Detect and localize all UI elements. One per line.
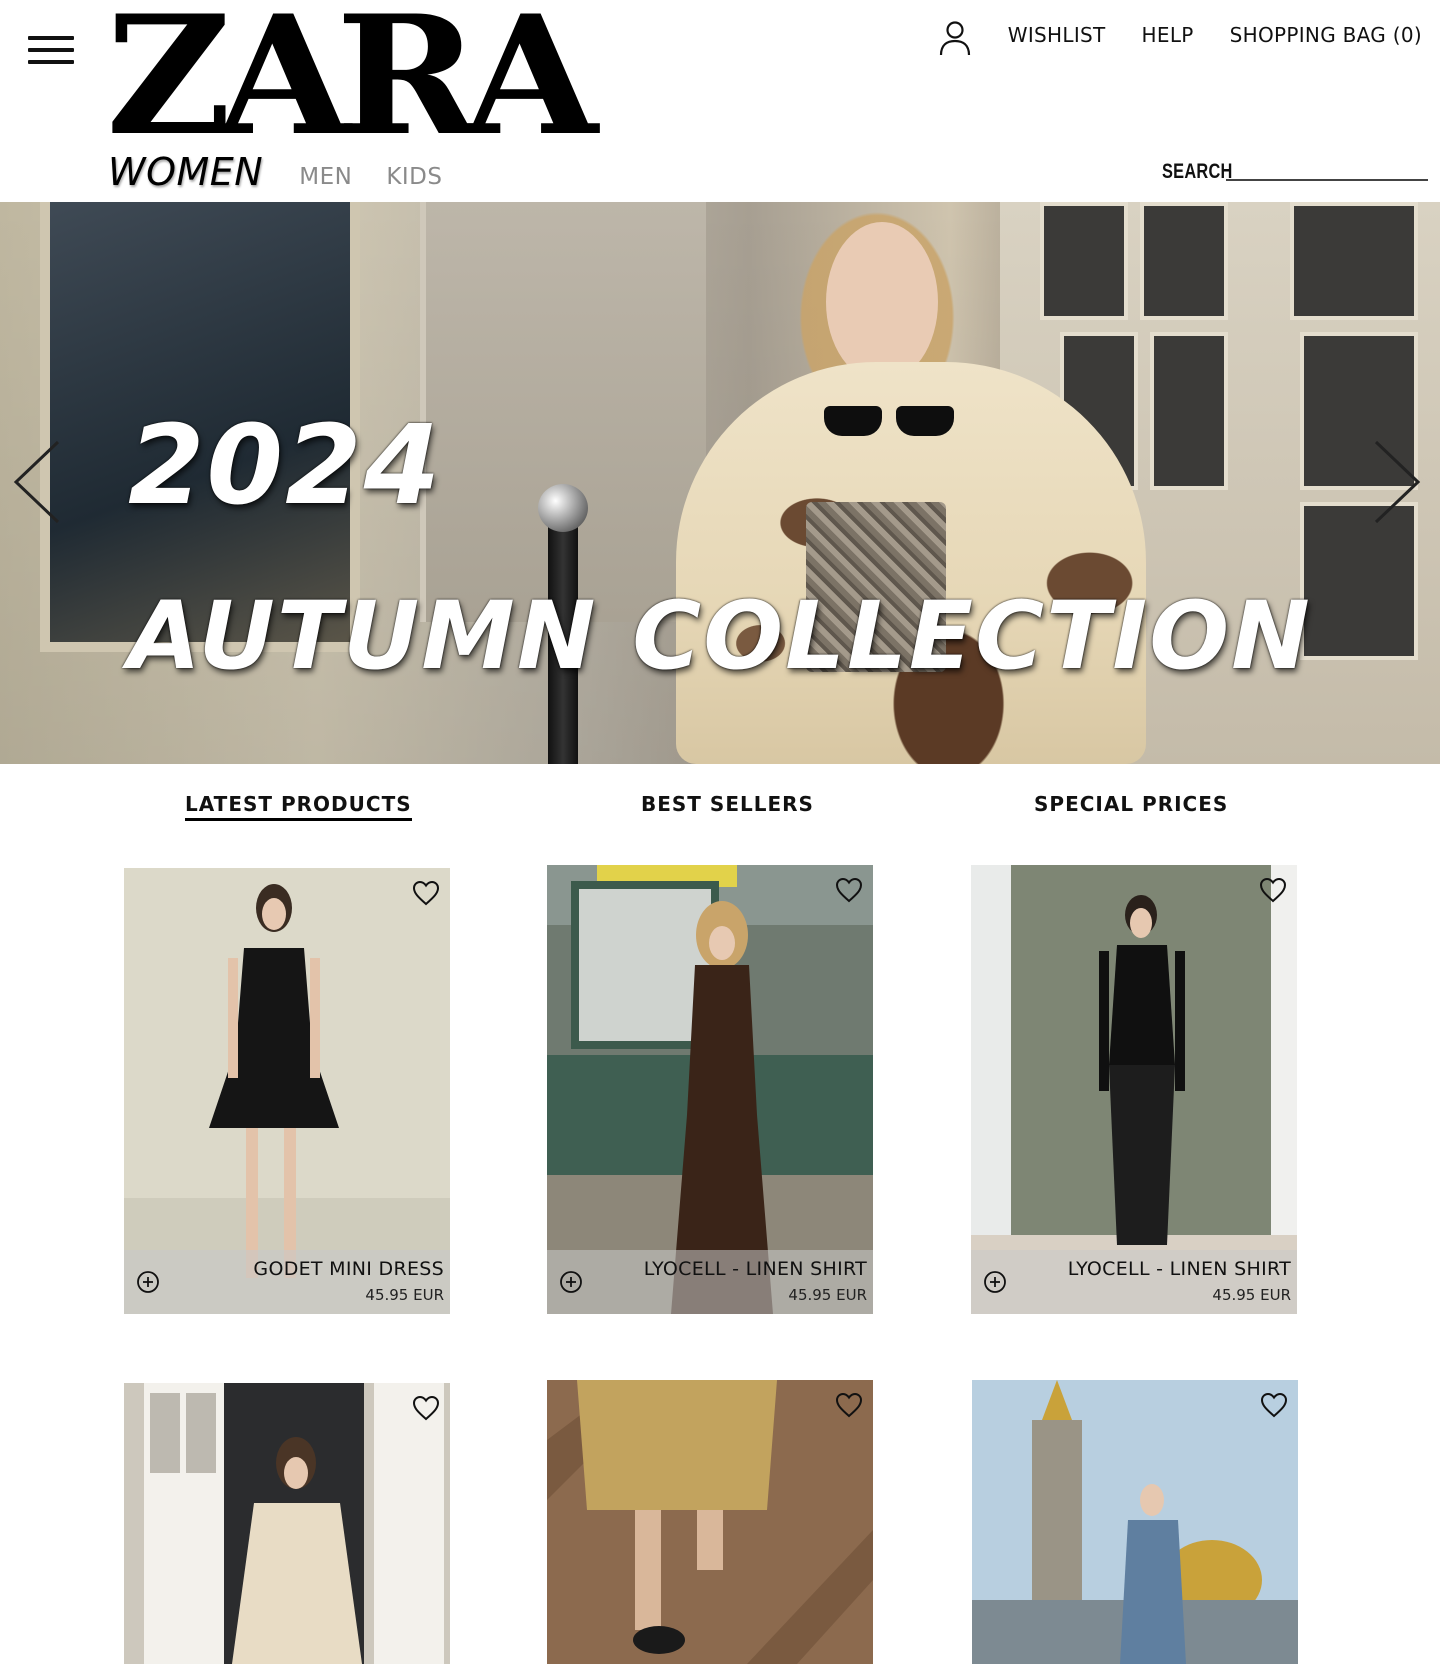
top-links: WISHLIST HELP SHOPPING BAG (0) — [938, 14, 1422, 56]
product-price: 45.95 EUR — [365, 1286, 444, 1304]
search-label: SEARCH — [1162, 160, 1233, 183]
chevron-right-icon[interactable] — [1372, 440, 1422, 524]
search-input[interactable] — [1226, 179, 1428, 181]
hero-bollard-top — [538, 484, 588, 532]
product-card[interactable]: LYOCELL - LINEN SHIRT 45.95 EUR — [547, 865, 873, 1314]
product-tabs: LATEST PRODUCTS BEST SELLERS SPECIAL PRI… — [0, 792, 1440, 832]
product-image[interactable] — [547, 865, 873, 1314]
category-nav: WOMEN MEN KIDS — [108, 150, 477, 194]
category-men[interactable]: MEN — [299, 164, 352, 194]
tab-special-prices[interactable]: SPECIAL PRICES — [1034, 792, 1228, 816]
hero-year: 2024 — [128, 401, 443, 529]
product-footer: LYOCELL - LINEN SHIRT 45.95 EUR — [547, 1250, 873, 1314]
product-image[interactable] — [971, 865, 1297, 1314]
product-image[interactable] — [124, 868, 450, 1314]
tab-latest-products[interactable]: LATEST PRODUCTS — [185, 792, 412, 821]
heart-icon[interactable] — [1259, 877, 1287, 903]
shopping-bag-link[interactable]: SHOPPING BAG (0) — [1230, 23, 1422, 47]
product-name[interactable]: LYOCELL - LINEN SHIRT — [644, 1258, 867, 1280]
heart-icon[interactable] — [412, 1395, 440, 1421]
heart-icon[interactable] — [835, 1392, 863, 1418]
product-price: 45.95 EUR — [788, 1286, 867, 1304]
product-card[interactable] — [547, 1380, 873, 1664]
plus-circle-icon[interactable] — [559, 1270, 583, 1294]
zara-logo[interactable]: ZARA — [106, 0, 598, 158]
product-image[interactable] — [972, 1380, 1298, 1664]
product-footer: LYOCELL - LINEN SHIRT 45.95 EUR — [971, 1250, 1297, 1314]
product-card[interactable] — [972, 1380, 1298, 1664]
product-card[interactable]: LYOCELL - LINEN SHIRT 45.95 EUR — [971, 865, 1297, 1314]
heart-icon[interactable] — [1260, 1392, 1288, 1418]
hero-model-face — [826, 222, 938, 382]
product-price: 45.95 EUR — [1212, 1286, 1291, 1304]
product-image[interactable] — [547, 1380, 873, 1664]
sunglasses — [824, 406, 954, 440]
wishlist-link[interactable]: WISHLIST — [1008, 23, 1106, 47]
plus-circle-icon[interactable] — [136, 1270, 160, 1294]
heart-icon[interactable] — [412, 880, 440, 906]
category-kids[interactable]: KIDS — [386, 164, 442, 194]
help-link[interactable]: HELP — [1142, 23, 1194, 47]
logo-text: ZARA — [106, 0, 598, 172]
user-icon[interactable] — [938, 20, 972, 56]
chevron-left-icon[interactable] — [12, 440, 62, 524]
product-name[interactable]: GODET MINI DRESS — [253, 1258, 444, 1280]
tab-best-sellers[interactable]: BEST SELLERS — [641, 792, 814, 816]
product-card[interactable]: GODET MINI DRESS 45.95 EUR — [124, 868, 450, 1314]
plus-circle-icon[interactable] — [983, 1270, 1007, 1294]
search-box[interactable]: SEARCH — [1162, 158, 1428, 184]
hero-title: AUTUMN COLLECTION — [128, 582, 1312, 691]
heart-icon[interactable] — [835, 877, 863, 903]
hamburger-menu-icon[interactable] — [28, 36, 74, 70]
category-women[interactable]: WOMEN — [108, 150, 263, 194]
product-card[interactable] — [124, 1383, 450, 1664]
product-name[interactable]: LYOCELL - LINEN SHIRT — [1068, 1258, 1291, 1280]
product-footer: GODET MINI DRESS 45.95 EUR — [124, 1250, 450, 1314]
product-image[interactable] — [124, 1383, 450, 1664]
